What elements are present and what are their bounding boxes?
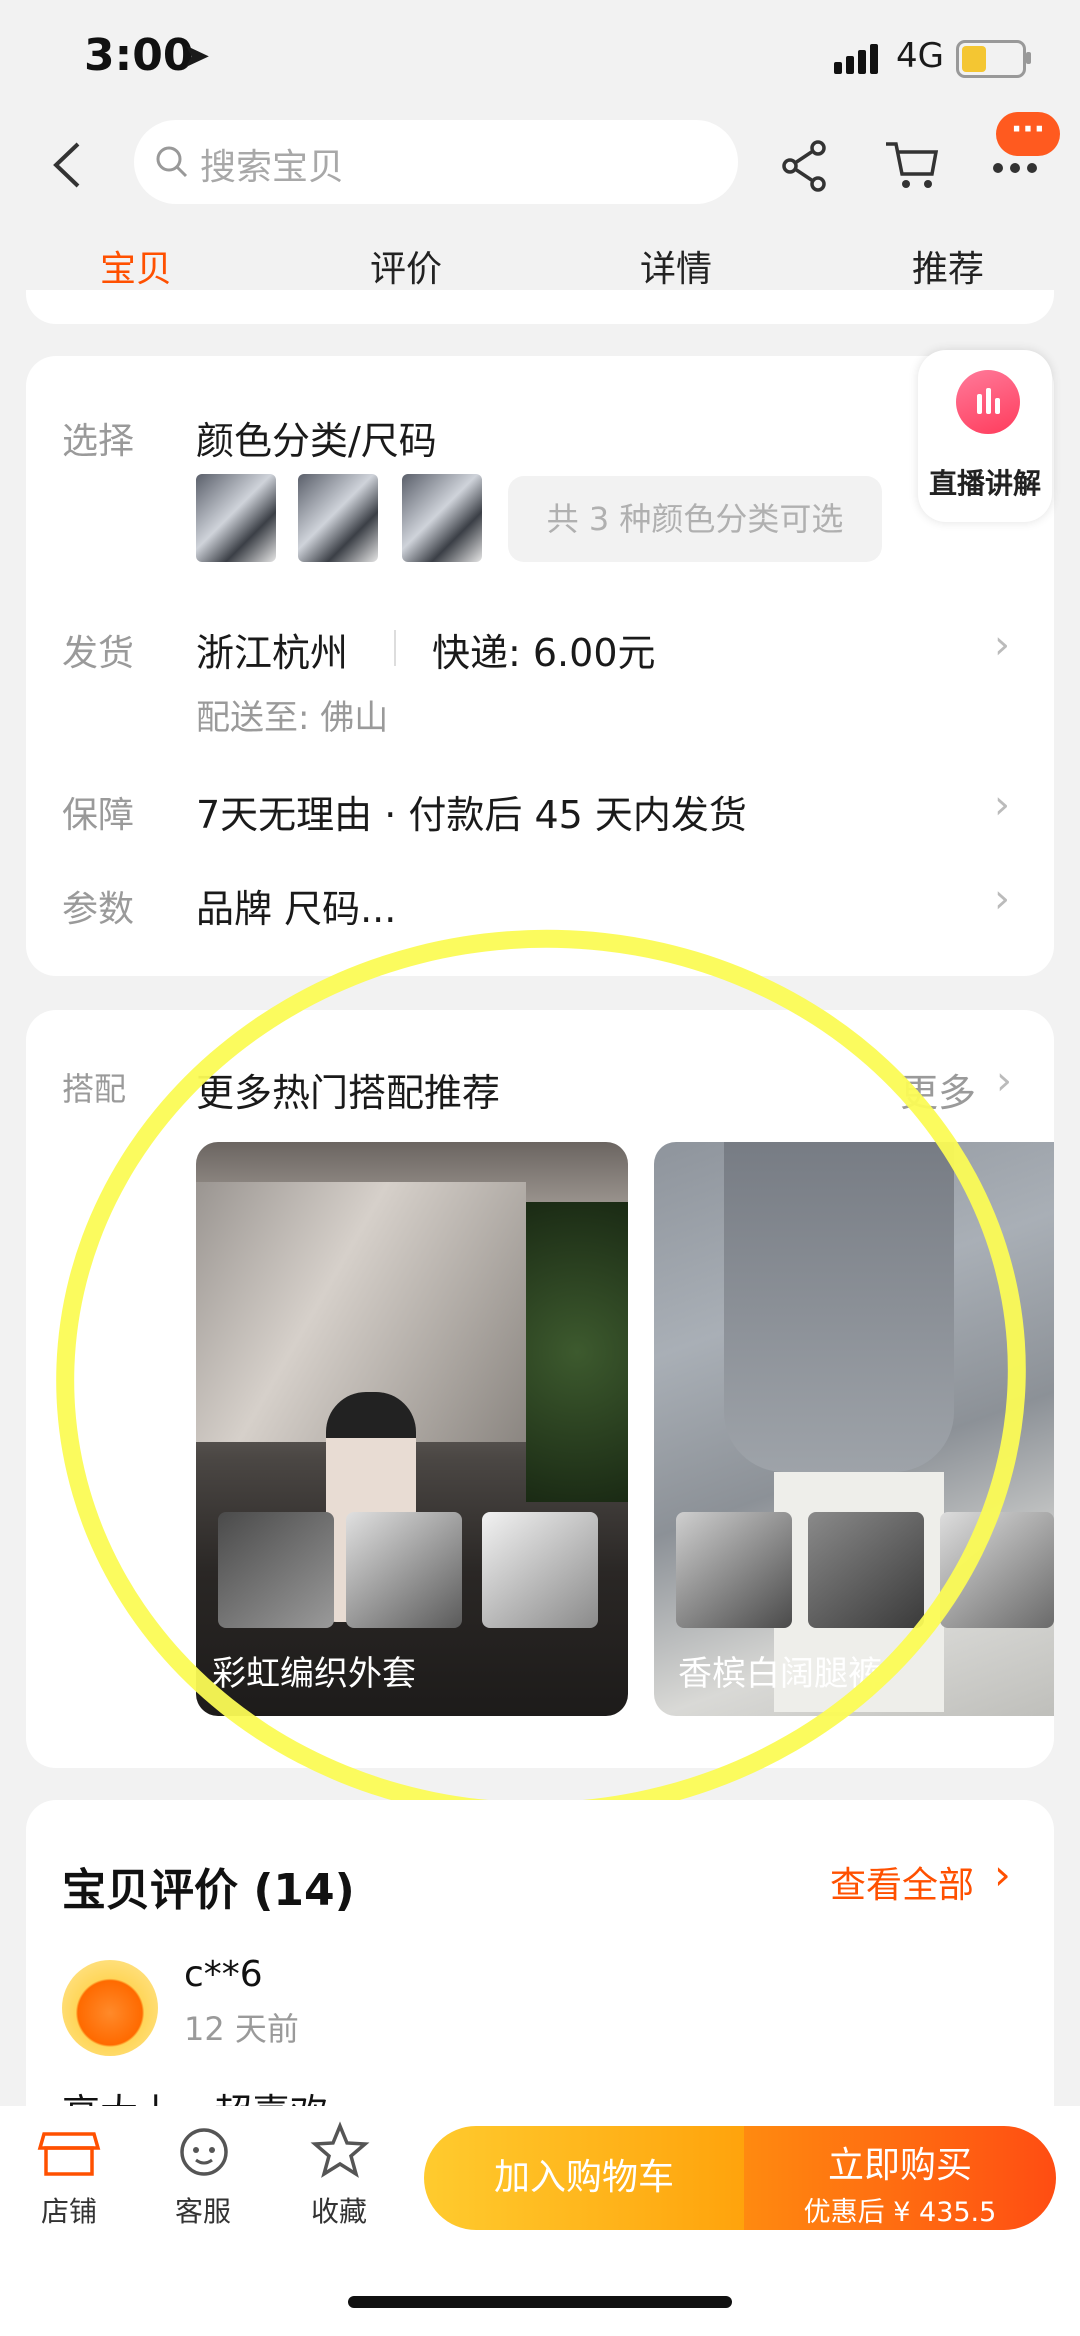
shop-icon: [37, 2132, 101, 2176]
color-thumb[interactable]: [402, 474, 482, 562]
chevron-right-icon[interactable]: ›: [994, 782, 1010, 828]
buy-now-label: 立即购买: [827, 2145, 972, 2186]
customer-service-button[interactable]: [174, 2120, 234, 2184]
review-user: c**6: [184, 1954, 263, 1995]
select-label: 选择: [62, 421, 135, 462]
chevron-right-icon[interactable]: ›: [994, 1850, 1011, 1899]
tab-details[interactable]: 详情: [640, 240, 712, 292]
favorite-label[interactable]: 收藏: [296, 2190, 382, 2230]
params-label: 参数: [62, 889, 135, 930]
guarantee-value[interactable]: 7天无理由 · 付款后 45 天内发货: [196, 784, 747, 839]
chevron-right-icon[interactable]: ›: [994, 876, 1010, 922]
reviews-title: 宝贝评价 (14): [62, 1865, 355, 1916]
live-bars-icon: [956, 370, 1020, 434]
card-top-remnant: [26, 290, 1054, 324]
view-all-link[interactable]: 查看全部: [830, 1856, 974, 1908]
location-arrow-icon: ➤: [182, 36, 211, 76]
message-badge[interactable]: ···: [996, 112, 1060, 156]
chevron-right-icon[interactable]: ›: [994, 622, 1010, 668]
search-icon: [156, 146, 188, 178]
live-explain-label: 直播讲解: [928, 467, 1041, 500]
shipping-fee: 快递: 6.00元: [432, 631, 656, 675]
home-indicator[interactable]: [348, 2296, 732, 2308]
service-face-icon: [180, 2128, 228, 2176]
deliver-to[interactable]: 配送至: 佛山: [196, 690, 388, 739]
shop-label[interactable]: 店铺: [26, 2190, 112, 2230]
avatar[interactable]: [62, 1960, 158, 2056]
star-icon: [310, 2121, 370, 2178]
outfit-label: 搭配: [62, 1070, 127, 1108]
shop-button[interactable]: [36, 2126, 102, 2184]
buy-now-button[interactable]: 立即购买 优惠后 ¥ 435.5: [744, 2126, 1056, 2230]
service-label[interactable]: 客服: [160, 2190, 246, 2230]
guarantee-label: 保障: [62, 795, 135, 836]
battery-tip: [1026, 52, 1031, 64]
cart-icon[interactable]: [884, 138, 940, 194]
color-count-chip[interactable]: 共 3 种颜色分类可选: [508, 476, 882, 562]
back-arrow-icon[interactable]: [48, 140, 88, 190]
share-icon[interactable]: [780, 138, 830, 194]
tab-item[interactable]: 宝贝: [100, 240, 172, 292]
shipping-origin: 浙江杭州: [196, 631, 349, 675]
add-to-cart-button[interactable]: 加入购物车: [424, 2126, 744, 2230]
favorite-button[interactable]: [310, 2120, 370, 2184]
color-thumb[interactable]: [196, 474, 276, 562]
shipping-label: 发货: [62, 633, 135, 674]
battery-level: [962, 46, 986, 72]
buy-now-price: 优惠后 ¥ 435.5: [803, 2197, 997, 2228]
status-time: 3:00: [84, 30, 194, 81]
select-value[interactable]: 颜色分类/尺码: [196, 410, 437, 465]
review-time: 12 天前: [184, 2010, 299, 2048]
network-label: 4G: [896, 36, 944, 76]
chevron-right-icon[interactable]: ›: [996, 1058, 1012, 1104]
tab-reviews[interactable]: 评价: [370, 240, 442, 292]
divider: [394, 630, 396, 666]
color-thumb[interactable]: [298, 474, 378, 562]
params-value[interactable]: 品牌 尺码...: [196, 878, 396, 933]
tab-recommend[interactable]: 推荐: [912, 240, 984, 292]
signal-icon: [834, 44, 882, 74]
search-placeholder: 搜索宝贝: [200, 147, 345, 188]
